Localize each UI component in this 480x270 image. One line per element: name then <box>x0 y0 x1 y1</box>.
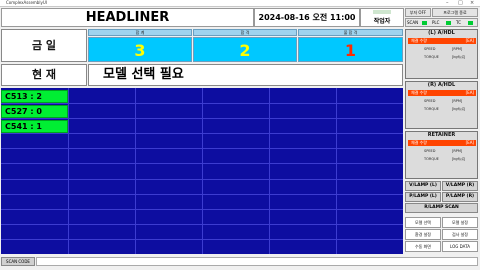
speed-unit: [RPM] <box>452 99 463 103</box>
total-header: 합 계 <box>88 29 192 36</box>
torque-unit: [kgf/㎠] <box>452 157 465 161</box>
p-lamp-left-button[interactable]: P/LAMP (L) <box>405 192 441 202</box>
current-label: 현 재 <box>1 64 87 86</box>
scan-status-indicator <box>422 21 427 25</box>
model-settings-button[interactable]: 모델 설정 <box>442 217 478 228</box>
status-row: C541 : 1 <box>1 120 68 133</box>
torque-label: TORQUE <box>424 107 439 111</box>
manual-screen-button[interactable]: 수동 화면 <box>405 241 441 252</box>
page-title: HEADLINER <box>1 8 254 27</box>
grid-line <box>1 209 403 210</box>
maximize-icon[interactable]: □ <box>458 0 463 6</box>
pass-count: 2 <box>193 37 297 62</box>
grid-line <box>1 148 403 149</box>
speed-unit: [RPM] <box>452 47 463 51</box>
grid-line <box>1 163 403 164</box>
fastening-qty-unit: [EA] <box>465 140 474 145</box>
scan-code-label: SCAN CODE <box>1 257 35 266</box>
fastening-qty-bar: 체결 수량 [EA] <box>408 90 476 96</box>
status-row: C513 : 2 <box>1 90 68 103</box>
grid-line <box>1 239 403 240</box>
fastening-qty-label: 체결 수량 <box>411 38 427 43</box>
total-count: 3 <box>88 37 192 62</box>
today-label: 금 일 <box>1 29 87 62</box>
fail-header: 불 합 격 <box>298 29 403 36</box>
fastening-qty-label: 체결 수량 <box>411 90 427 95</box>
panel-title: (R) A/HDL <box>427 82 456 88</box>
inspection-settings-button[interactable]: 검사 설정 <box>442 229 478 240</box>
grid-line <box>1 194 403 195</box>
tc-status-indicator <box>468 21 473 25</box>
fastening-qty-unit: [EA] <box>465 38 474 43</box>
v-lamp-right-button[interactable]: V/LAMP (R) <box>442 181 478 191</box>
status-row: C527 : 0 <box>1 105 68 118</box>
plc-status-indicator <box>446 21 451 25</box>
buzzer-off-button[interactable]: 부저 OFF <box>405 8 431 17</box>
plc-label: PLC <box>432 20 440 25</box>
panel-title: (L) A/HDL <box>428 30 455 36</box>
fail-count: 1 <box>298 37 403 62</box>
grid-line <box>135 88 136 254</box>
grid-line <box>1 224 403 225</box>
left-a-hdl-panel: (L) A/HDL 체결 수량 [EA] SPEED [RPM] TORQUE [… <box>405 29 478 79</box>
grid-line <box>1 118 403 119</box>
minimize-icon[interactable]: – <box>446 0 449 6</box>
log-data-button[interactable]: LOG DATA <box>442 241 478 252</box>
grid-line <box>1 179 403 180</box>
v-lamp-left-button[interactable]: V/LAMP (L) <box>405 181 441 191</box>
speed-label: SPEED <box>424 149 436 153</box>
datetime-display: 2024-08-16 오전 11:00 <box>254 8 360 27</box>
connection-status-bar: SCAN PLC TC <box>405 18 478 27</box>
worker-label: 작업자 <box>373 18 391 25</box>
right-a-hdl-panel: (R) A/HDL 체결 수량 [EA] SPEED [RPM] TORQUE [… <box>405 81 478 129</box>
tc-label: TC <box>456 20 462 25</box>
panel-title: RETAINER <box>427 132 456 138</box>
grid-line <box>336 88 337 254</box>
pass-header: 합 격 <box>193 29 297 36</box>
grid-line <box>202 88 203 254</box>
torque-unit: [kgf/㎠] <box>452 107 465 111</box>
window-titlebar: ComplexAssemblyUI – □ × <box>0 0 480 7</box>
scan-code-input[interactable] <box>36 257 478 266</box>
grid-line <box>269 88 270 254</box>
p-lamp-right-button[interactable]: P/LAMP (R) <box>442 192 478 202</box>
model-select-button[interactable]: 모델 선택 <box>405 217 441 228</box>
speed-label: SPEED <box>424 47 436 51</box>
fastening-qty-bar: 체결 수량 [EA] <box>408 140 476 146</box>
speed-unit: [RPM] <box>452 149 463 153</box>
fastening-qty-label: 체결 수량 <box>411 140 427 145</box>
model-status: 모델 선택 필요 <box>88 64 403 86</box>
grid-line <box>1 133 403 134</box>
program-exit-button[interactable]: 프로그램 종료 <box>432 8 478 17</box>
r-lamp-scan-button[interactable]: R/LAMP SCAN <box>405 203 478 213</box>
environment-settings-button[interactable]: 환경 설정 <box>405 229 441 240</box>
torque-label: TORQUE <box>424 157 439 161</box>
grid-line <box>68 88 69 254</box>
torque-unit: [kgf/㎠] <box>452 55 465 59</box>
speed-label: SPEED <box>424 99 436 103</box>
worker-box: 작업자 <box>360 8 404 27</box>
close-icon[interactable]: × <box>470 0 474 6</box>
window-title: ComplexAssemblyUI <box>6 0 47 5</box>
retainer-panel: RETAINER 체결 수량 [EA] SPEED [RPM] TORQUE [k… <box>405 131 478 179</box>
torque-label: TORQUE <box>424 55 439 59</box>
scan-label: SCAN <box>407 20 419 25</box>
fastening-qty-bar: 체결 수량 [EA] <box>408 38 476 44</box>
company-logo <box>373 10 391 14</box>
grid-line <box>1 103 403 104</box>
fastening-qty-unit: [EA] <box>465 90 474 95</box>
